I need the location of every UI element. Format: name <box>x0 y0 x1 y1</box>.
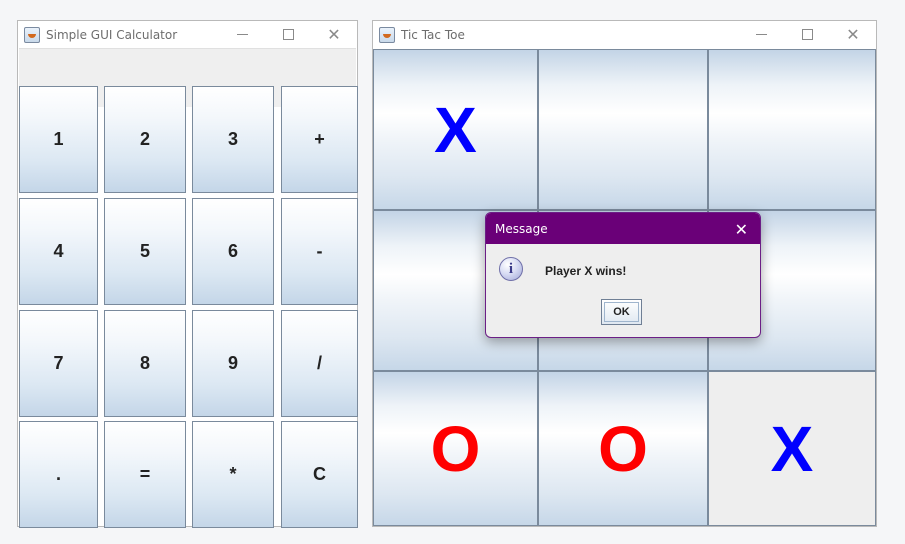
calculator-title: Simple GUI Calculator <box>46 27 178 42</box>
close-button[interactable]: ✕ <box>311 21 357 48</box>
board-cell[interactable]: X <box>373 49 538 210</box>
tictactoe-title: Tic Tac Toe <box>401 27 465 42</box>
maximize-button[interactable] <box>784 21 830 48</box>
board-cell[interactable] <box>538 49 708 210</box>
minimize-button[interactable] <box>738 21 784 48</box>
board-cell[interactable]: O <box>373 371 538 526</box>
close-button[interactable]: ✕ <box>830 21 876 48</box>
info-icon: i <box>499 257 523 281</box>
calc-button[interactable]: 6 <box>192 198 274 305</box>
calc-button[interactable]: - <box>281 198 358 305</box>
calc-button[interactable]: + <box>281 86 358 193</box>
board-cell[interactable]: X <box>708 371 876 526</box>
maximize-button[interactable] <box>265 21 311 48</box>
minimize-icon <box>755 34 767 35</box>
maximize-icon <box>801 29 813 40</box>
java-app-icon <box>24 26 40 43</box>
calc-button[interactable]: * <box>192 421 274 528</box>
minimize-button[interactable] <box>219 21 265 48</box>
calc-button[interactable]: / <box>281 310 358 417</box>
dialog-title: Message <box>495 221 548 236</box>
calculator-window: Simple GUI Calculator ✕ 1 2 3 +4 5 6- 7 8 9/. = * C <box>17 20 358 528</box>
close-icon: ✕ <box>846 24 860 44</box>
calc-button[interactable]: = <box>104 421 186 528</box>
java-app-icon <box>379 26 395 43</box>
minimize-icon <box>236 34 248 35</box>
maximize-icon <box>282 29 294 40</box>
calc-button[interactable]: 4 <box>19 198 98 305</box>
ok-button[interactable]: OK <box>601 299 642 325</box>
calc-button[interactable]: 3 <box>192 86 274 193</box>
board-cell[interactable] <box>708 49 876 210</box>
board-cell[interactable]: O <box>538 371 708 526</box>
calc-button[interactable]: 7 <box>19 310 98 417</box>
calculator-titlebar: Simple GUI Calculator ✕ <box>18 21 357 48</box>
calc-button[interactable]: 9 <box>192 310 274 417</box>
close-icon: ✕ <box>327 24 341 44</box>
calc-button[interactable]: 5 <box>104 198 186 305</box>
calc-button[interactable]: 1 <box>19 86 98 193</box>
tictactoe-titlebar: Tic Tac Toe ✕ <box>373 21 876 48</box>
calc-button[interactable]: 8 <box>104 310 186 417</box>
calc-button[interactable]: . <box>19 421 98 528</box>
dialog-titlebar: Message <box>486 213 760 244</box>
calc-button[interactable]: C <box>281 421 358 528</box>
calc-button[interactable]: 2 <box>104 86 186 193</box>
dialog-close-icon[interactable]: ✕ <box>735 220 748 239</box>
dialog-message: Player X wins! <box>545 264 627 278</box>
message-dialog: Message ✕ i Player X wins! OK <box>485 212 761 338</box>
